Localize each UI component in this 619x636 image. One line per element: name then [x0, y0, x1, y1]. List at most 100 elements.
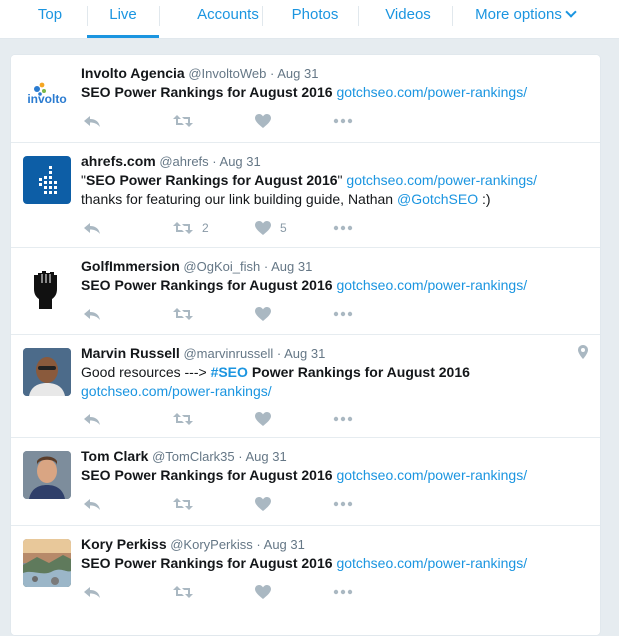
tweet-timestamp[interactable]: Aug 31 — [220, 154, 261, 169]
user-handle[interactable]: @TomClark35 — [152, 449, 235, 464]
tweet-timestamp[interactable]: Aug 31 — [271, 259, 312, 274]
more-actions-button[interactable] — [333, 219, 353, 237]
retweet-button[interactable] — [173, 112, 193, 130]
more-dots-icon — [333, 589, 353, 595]
tweet-timestamp[interactable]: Aug 31 — [284, 346, 325, 361]
raised-fist-icon — [34, 271, 57, 309]
retweet-icon — [173, 498, 193, 510]
more-actions-button[interactable] — [333, 410, 353, 428]
retweet-button[interactable] — [173, 495, 193, 513]
hashtag-link[interactable]: #SEO — [211, 364, 248, 380]
avatar-logo-text: involto — [27, 92, 67, 106]
tweet-timestamp[interactable]: Aug 31 — [277, 66, 318, 81]
user-handle[interactable]: @OgKoi_fish — [183, 259, 260, 274]
retweet-icon — [173, 308, 193, 320]
mention-link[interactable]: @GotchSEO — [397, 191, 478, 207]
tweet-link[interactable]: gotchseo.com/power-rankings/ — [336, 467, 527, 483]
separator-dot: · — [238, 449, 243, 464]
tweet[interactable]: GolfImmersion @OgKoi_fish · Aug 31 SEO P… — [11, 248, 600, 335]
tweet-link[interactable]: gotchseo.com/power-rankings/ — [336, 555, 527, 571]
reply-button[interactable] — [83, 583, 101, 601]
reply-button[interactable] — [83, 410, 101, 428]
reply-button[interactable] — [83, 305, 101, 323]
tweet-actions — [81, 410, 381, 428]
user-fullname[interactable]: Marvin Russell — [81, 345, 180, 361]
user-fullname[interactable]: Tom Clark — [81, 448, 148, 464]
user-fullname[interactable]: ahrefs.com — [81, 153, 156, 169]
retweet-button[interactable] — [173, 305, 193, 323]
tweet-text: SEO Power Rankings for August 2016 gotch… — [81, 276, 586, 295]
avatar[interactable] — [23, 156, 71, 204]
reply-button[interactable] — [83, 219, 101, 237]
tab-videos[interactable]: Videos — [370, 0, 446, 38]
user-fullname[interactable]: Kory Perkiss — [81, 536, 167, 552]
more-actions-button[interactable] — [333, 583, 353, 601]
tweet-text: SEO Power Rankings for August 2016 gotch… — [81, 83, 586, 102]
like-button[interactable] — [255, 305, 271, 323]
tweet[interactable]: involto Involto Agencia @InvoltoWeb · Au… — [11, 55, 600, 143]
tab-more-options[interactable]: More options — [470, 0, 580, 38]
retweet-icon — [173, 586, 193, 598]
like-button[interactable] — [255, 410, 271, 428]
tweet-header: GolfImmersion @OgKoi_fish · Aug 31 — [81, 258, 586, 275]
retweet-button[interactable]: 2 — [173, 219, 209, 237]
user-handle[interactable]: @marvinrussell — [183, 346, 273, 361]
more-actions-button[interactable] — [333, 495, 353, 513]
landscape-photo-icon — [23, 539, 71, 587]
tweet-text: SEO Power Rankings for August 2016 gotch… — [81, 466, 586, 485]
more-dots-icon — [333, 311, 353, 317]
tweet-timestamp[interactable]: Aug 31 — [246, 449, 287, 464]
like-button[interactable] — [255, 112, 271, 130]
reply-icon — [84, 414, 100, 425]
avatar[interactable] — [23, 451, 71, 499]
location-pin-icon[interactable] — [578, 345, 588, 364]
more-actions-button[interactable] — [333, 112, 353, 130]
heart-icon — [255, 114, 271, 128]
heart-icon — [255, 307, 271, 321]
user-handle[interactable]: @ahrefs — [159, 154, 208, 169]
tweet-header: ahrefs.com @ahrefs · Aug 31 — [81, 153, 586, 170]
person-photo-icon — [23, 348, 71, 396]
tweet[interactable]: Tom Clark @TomClark35 · Aug 31 SEO Power… — [11, 438, 600, 526]
tab-divider — [262, 6, 263, 26]
separator-dot: · — [269, 66, 275, 81]
tweet[interactable]: ahrefs.com @ahrefs · Aug 31 "SEO Power R… — [11, 143, 600, 248]
tab-photos[interactable]: Photos — [275, 0, 355, 38]
tweet-link[interactable]: gotchseo.com/power-rankings/ — [81, 383, 272, 399]
like-count: 5 — [280, 221, 287, 235]
tweet-link[interactable]: gotchseo.com/power-rankings/ — [336, 84, 527, 100]
tab-live[interactable]: Live — [87, 0, 159, 38]
quote-mark: " — [337, 172, 343, 188]
like-button[interactable] — [255, 495, 271, 513]
like-button[interactable]: 5 — [255, 219, 287, 237]
more-actions-button[interactable] — [333, 305, 353, 323]
like-button[interactable] — [255, 583, 271, 601]
tab-top[interactable]: Top — [22, 0, 78, 38]
tweet-text: SEO Power Rankings for August 2016 gotch… — [81, 554, 586, 573]
user-fullname[interactable]: GolfImmersion — [81, 258, 180, 274]
tab-accounts[interactable]: Accounts — [170, 0, 286, 38]
tab-divider — [159, 6, 160, 26]
retweet-button[interactable] — [173, 410, 193, 428]
user-handle[interactable]: @KoryPerkiss — [170, 537, 253, 552]
user-handle[interactable]: @InvoltoWeb — [188, 66, 266, 81]
avatar[interactable]: involto — [23, 68, 71, 116]
retweet-icon — [173, 222, 193, 234]
tweet-text: Good resources ---> #SEO Power Rankings … — [81, 363, 586, 401]
tweet[interactable]: Kory Perkiss @KoryPerkiss · Aug 31 SEO P… — [11, 526, 600, 635]
tweet-link[interactable]: gotchseo.com/power-rankings/ — [346, 172, 537, 188]
tab-divider — [452, 6, 453, 26]
reply-button[interactable] — [83, 495, 101, 513]
reply-button[interactable] — [83, 112, 101, 130]
user-fullname[interactable]: Involto Agencia — [81, 65, 185, 81]
tweet-text-line: thanks for featuring our link building g… — [81, 191, 394, 207]
avatar[interactable] — [23, 348, 71, 396]
avatar[interactable] — [23, 261, 71, 309]
tweet-link[interactable]: gotchseo.com/power-rankings/ — [336, 277, 527, 293]
tweet[interactable]: Marvin Russell @marvinrussell · Aug 31 G… — [11, 335, 600, 438]
avatar[interactable] — [23, 539, 71, 587]
tab-more-options-label: More options — [475, 6, 562, 23]
tweet-timestamp[interactable]: Aug 31 — [264, 537, 305, 552]
tweet-bold-text: SEO Power Rankings for August 2016 — [81, 277, 333, 293]
retweet-button[interactable] — [173, 583, 193, 601]
